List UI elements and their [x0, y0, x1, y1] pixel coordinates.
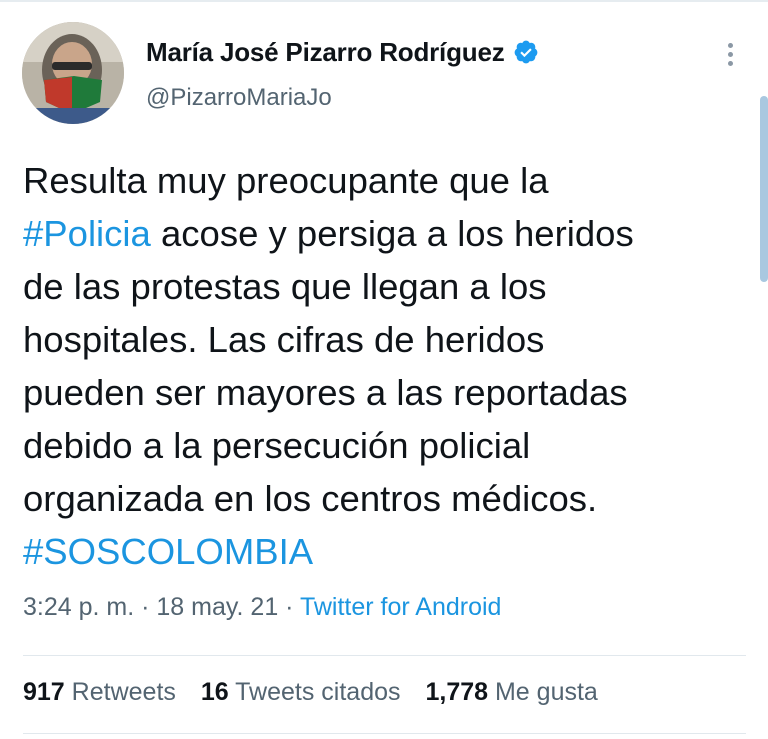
quotes-label: Tweets citados — [235, 678, 401, 706]
avatar[interactable] — [22, 22, 124, 124]
retweets-label: Retweets — [71, 678, 176, 706]
scrollbar-thumb[interactable] — [760, 96, 768, 282]
name-row: María José Pizarro Rodríguez — [146, 34, 539, 70]
tweet-source-link[interactable]: Twitter for Android — [300, 593, 501, 621]
tweet-time[interactable]: 3:24 p. m. — [23, 593, 134, 621]
display-name[interactable]: María José Pizarro Rodríguez — [146, 37, 505, 68]
tweet-text: Resulta muy preocupante que la #Policia a… — [23, 154, 748, 578]
tweet-text-segment: organizada en los centros médicos. — [23, 478, 598, 519]
tweet-text-segment: Resulta muy preocupante que la — [23, 160, 549, 201]
tweet-line: hospitales. Las cifras de heridos — [23, 313, 748, 366]
tweet-text-segment: pueden ser mayores a las reportadas — [23, 372, 628, 413]
tweet-text-segment: acose y persiga a los heridos — [150, 213, 634, 254]
likes-count: 1,778 — [425, 678, 489, 706]
more-options-icon[interactable] — [720, 40, 740, 70]
tweet-line: de las protestas que llegan a los — [23, 260, 748, 313]
tweet-line: organizada en los centros médicos. — [23, 472, 748, 525]
tweet-date[interactable]: 18 may. 21 — [156, 593, 278, 621]
tweet-text-segment: hospitales. Las cifras de heridos — [23, 319, 545, 360]
hashtag-link[interactable]: #SOSCOLOMBIA — [23, 531, 313, 572]
retweets-stat[interactable]: 917 Retweets — [23, 678, 176, 706]
tweet-line: pueden ser mayores a las reportadas — [23, 366, 748, 419]
meta-separator: · — [134, 593, 157, 621]
tweet-stats: 917 Retweets 16 Tweets citados 1,778 Me … — [23, 678, 616, 707]
likes-stat[interactable]: 1,778 Me gusta — [425, 678, 597, 706]
tweet-line: debido a la persecución policial — [23, 419, 748, 472]
quotes-count: 16 — [200, 678, 229, 706]
hashtag-link[interactable]: #Policia — [23, 213, 151, 254]
avatar-image — [22, 22, 124, 124]
user-handle[interactable]: @PizarroMariaJo — [146, 84, 332, 112]
tweet-line: Resulta muy preocupante que la — [23, 154, 748, 207]
meta-separator: · — [278, 593, 300, 621]
likes-label: Me gusta — [494, 678, 598, 706]
divider — [23, 733, 746, 734]
tweet-text-segment: debido a la persecución policial — [23, 425, 531, 466]
quotes-stat[interactable]: 16 Tweets citados — [201, 678, 401, 706]
retweets-count: 917 — [23, 678, 65, 706]
divider — [23, 655, 746, 656]
tweet-line: #SOSCOLOMBIA — [23, 525, 748, 578]
verified-badge-icon — [514, 40, 537, 64]
top-border — [0, 0, 768, 2]
tweet-meta: 3:24 p. m. · 18 may. 21 · Twitter for An… — [23, 593, 501, 622]
tweet-line: #Policia acose y persiga a los heridos — [23, 207, 748, 260]
tweet-text-segment: de las protestas que llegan a los — [23, 266, 547, 307]
